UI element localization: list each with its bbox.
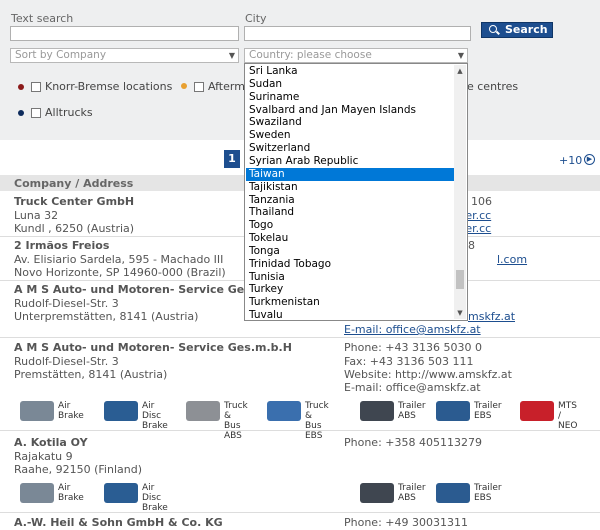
country-option[interactable]: Sri Lanka [246, 65, 454, 78]
contact-link[interactable]: mskfz.at [468, 310, 515, 323]
country-option[interactable]: Tokelau [246, 232, 454, 245]
city-input[interactable] [244, 26, 471, 41]
product-label: Air Disc Brake [142, 401, 168, 431]
product-label: Trailer EBS [474, 401, 502, 421]
trailer-ebs-icon [436, 401, 470, 421]
country-option[interactable]: Taiwan [246, 167, 454, 181]
search-icon [489, 25, 497, 33]
aftermarket-checkbox[interactable] [194, 82, 204, 92]
country-dropdown-list[interactable]: ▲ ▼ Sri Lanka Sudan Suriname Svalbard and J… [244, 63, 468, 321]
chevron-down-icon: ▼ [457, 51, 464, 60]
product-label: Air Brake [58, 401, 84, 421]
product-label: Trailer EBS [474, 483, 502, 503]
country-option[interactable]: Switzerland [246, 142, 454, 155]
city-label: City [245, 12, 267, 25]
locations-checkbox[interactable] [31, 82, 41, 92]
country-option[interactable]: Tunisia [246, 271, 454, 284]
address-line: Rudolf-Diesel-Str. 3 [14, 355, 119, 368]
arrow-right-icon[interactable]: ▶ [584, 154, 595, 165]
country-option[interactable]: Svalbard and Jan Mayen Islands [246, 104, 454, 117]
product-label: Air Disc Brake [142, 483, 168, 513]
scrollbar-thumb[interactable] [456, 270, 464, 289]
product-label: Truck & Bus EBS [305, 401, 329, 441]
company-name: Truck Center GmbH [14, 195, 135, 208]
alltrucks-checkbox[interactable] [31, 108, 41, 118]
company-name: 2 Irmãos Freios [14, 239, 110, 252]
service-centres-filter-label: e centres [467, 80, 519, 93]
truck-bus-abs-icon [186, 401, 220, 421]
search-button[interactable]: Search [481, 22, 553, 38]
contact-link[interactable]: l.com [497, 253, 527, 266]
dropdown-scrollbar[interactable]: ▲ ▼ [454, 65, 466, 319]
air-brake-icon [20, 483, 54, 503]
product-label: Trailer ABS [398, 401, 426, 421]
country-option[interactable]: Togo [246, 219, 454, 232]
country-option[interactable]: Suriname [246, 91, 454, 104]
country-option[interactable]: Thailand [246, 206, 454, 219]
air-disc-brake-icon [104, 483, 138, 503]
country-option[interactable]: Tonga [246, 245, 454, 258]
fax-line: Fax: +43 3136 503 111 [344, 355, 474, 368]
country-option[interactable]: Sudan [246, 78, 454, 91]
sort-select[interactable]: Sort by Company ▼ [10, 48, 239, 63]
country-option[interactable]: Syrian Arab Republic [246, 155, 454, 168]
phone-line: Phone: +358 405113279 [344, 436, 482, 449]
text-search-label: Text search [11, 12, 74, 25]
row-divider [0, 430, 600, 431]
row-divider [0, 337, 600, 338]
air-brake-icon [20, 401, 54, 421]
air-disc-brake-icon [104, 401, 138, 421]
locations-filter-label: Knorr-Bremse locations [45, 80, 173, 93]
product-label: Air Brake [58, 483, 84, 503]
address-line: Premstätten, 8141 (Austria) [14, 368, 168, 381]
product-label: Truck & Bus ABS [224, 401, 248, 441]
scroll-down-icon[interactable]: ▼ [454, 307, 466, 319]
address-line: Kundl , 6250 (Austria) [14, 222, 135, 235]
country-option[interactable]: Turkmenistan [246, 296, 454, 309]
country-option[interactable]: Tanzania [246, 194, 454, 207]
company-name: A. Kotila OY [14, 436, 88, 449]
next-10-link[interactable]: +10 [559, 154, 582, 167]
text-search-input[interactable] [10, 26, 239, 41]
company-name: A M S Auto- und Motoren- Service Ges.m.b… [14, 341, 292, 354]
country-option[interactable]: Swaziland [246, 116, 454, 129]
address-line: Av. Elisiario Sardela, 595 - Machado III [14, 253, 224, 266]
product-label: MTS / NEO [558, 401, 578, 431]
chevron-down-icon: ▼ [228, 51, 235, 60]
country-option[interactable]: Tuvalu [246, 309, 454, 320]
page-1-button[interactable]: 1 [224, 150, 240, 168]
phone-line: Phone: +43 3136 5030 0 [344, 341, 482, 354]
country-option[interactable]: Tajikistan [246, 181, 454, 194]
email-line[interactable]: E-mail: office@amskfz.at [344, 381, 481, 394]
scroll-up-icon[interactable]: ▲ [454, 65, 466, 77]
mts-neo-icon [520, 401, 554, 421]
address-line: Luna 32 [14, 209, 59, 222]
address-line: Raahe, 92150 (Finland) [14, 463, 142, 476]
phone-line: Phone: +49 30031311 [344, 516, 468, 529]
contact-line: 8 [468, 239, 475, 252]
address-line: Novo Horizonte, SP 14960-000 (Brazil) [14, 266, 226, 279]
contact-line: 106 [471, 195, 492, 208]
country-option[interactable]: Trinidad Tobago [246, 258, 454, 271]
trailer-abs-icon [360, 483, 394, 503]
locations-dot-icon [18, 84, 24, 90]
address-line: Rudolf-Diesel-Str. 3 [14, 297, 119, 310]
aftermarket-dot-icon [181, 83, 187, 89]
product-label: Trailer ABS [398, 483, 426, 503]
address-line: Rajakatu 9 [14, 450, 73, 463]
alltrucks-dot-icon [18, 110, 24, 116]
country-option[interactable]: Sweden [246, 129, 454, 142]
country-option[interactable]: Turkey [246, 283, 454, 296]
country-select[interactable]: Country: please choose ▼ [244, 48, 468, 63]
alltrucks-filter-label: Alltrucks [45, 106, 93, 119]
company-name: A.-W. Heil & Sohn GmbH & Co. KG [14, 516, 223, 529]
website-line[interactable]: Website: http://www.amskfz.at [344, 368, 512, 381]
row-divider [0, 512, 600, 513]
trailer-abs-icon [360, 401, 394, 421]
address-line: Unterpremstätten, 8141 (Austria) [14, 310, 199, 323]
truck-bus-ebs-icon [267, 401, 301, 421]
email-line: E-mail: office@amskfz.at [344, 323, 481, 336]
company-address-header: Company / Address [14, 177, 134, 190]
trailer-ebs-icon [436, 483, 470, 503]
